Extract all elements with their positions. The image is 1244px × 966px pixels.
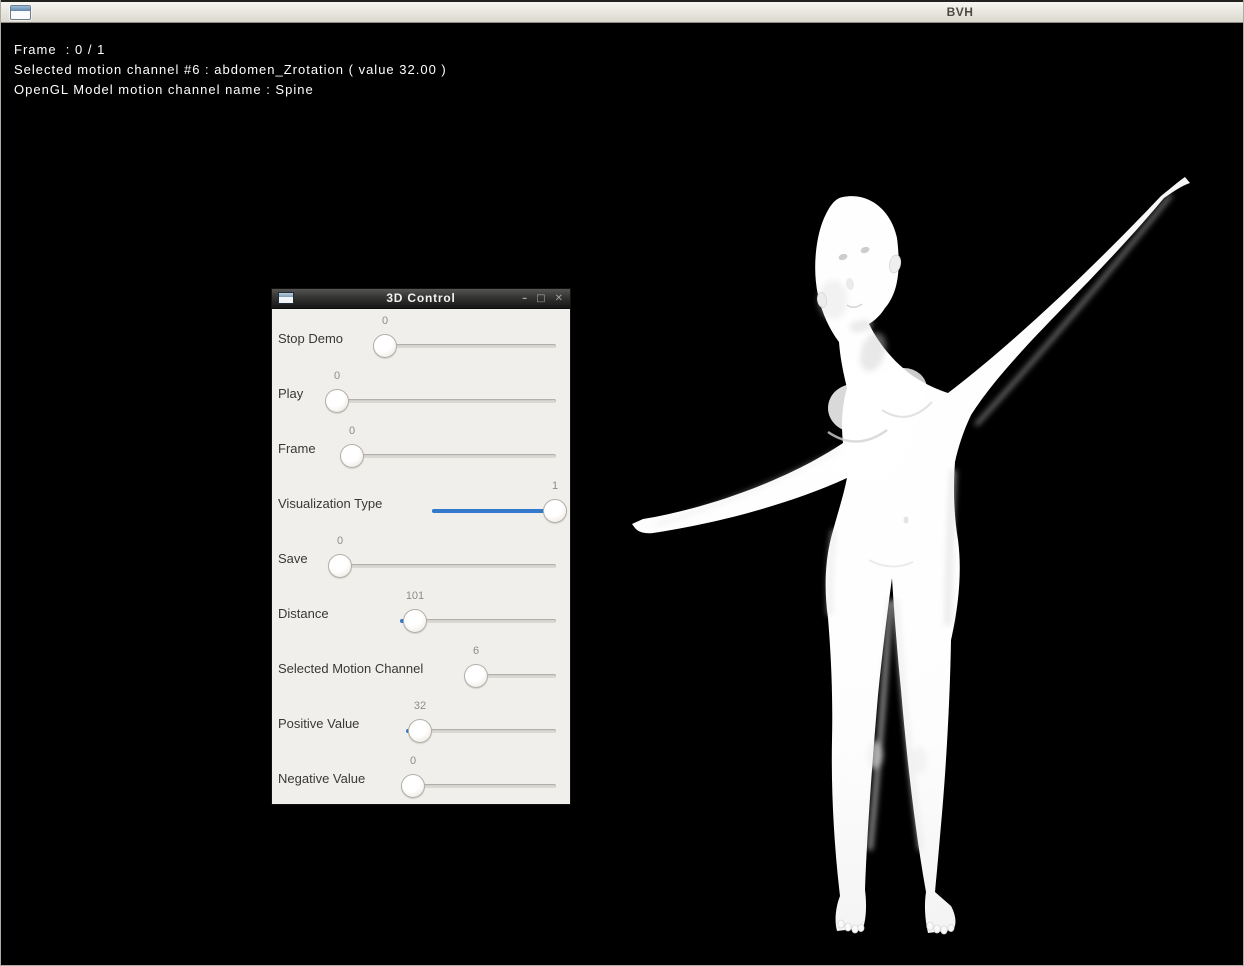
hud-channel-line: Selected motion channel #6 : abdomen_Zro… <box>14 62 447 77</box>
slider-handle[interactable] <box>403 609 427 633</box>
slider-label: Save <box>278 551 308 566</box>
slider-fill <box>432 509 555 513</box>
slider-label: Positive Value <box>278 716 360 731</box>
window-icon <box>10 5 31 20</box>
slider-track[interactable] <box>328 564 556 568</box>
slider-track[interactable] <box>340 454 556 458</box>
slider-value: 32 <box>413 700 427 712</box>
slider-label: Stop Demo <box>278 331 344 346</box>
slider-handle[interactable] <box>401 774 425 798</box>
slider-value: 6 <box>472 645 480 657</box>
slider-label: Visualization Type <box>278 496 383 511</box>
control-titlebar[interactable]: 3D Control – □ ✕ <box>272 289 570 309</box>
slider-value: 0 <box>333 370 341 382</box>
control-window: 3D Control – □ ✕ Stop Demo 0 Play 0 Fram… <box>271 288 571 805</box>
slider-label: Negative Value <box>278 771 366 786</box>
slider-handle[interactable] <box>373 334 397 358</box>
slider-label: Frame <box>278 441 316 456</box>
hud-frame-line: Frame : 0 / 1 <box>14 42 106 57</box>
slider-value: 1 <box>551 480 559 492</box>
slider-handle[interactable] <box>408 719 432 743</box>
control-window-buttons: – □ ✕ <box>522 289 563 308</box>
human-model-render <box>632 177 1190 935</box>
slider-handle[interactable] <box>543 499 567 523</box>
slider-label: Distance <box>278 606 329 621</box>
opengl-viewport[interactable] <box>1 23 1243 965</box>
slider-label: Play <box>278 386 304 401</box>
slider-handle[interactable] <box>340 444 364 468</box>
window-title: BVH <box>946 5 974 19</box>
hud-model-line: OpenGL Model motion channel name : Spine <box>14 82 314 97</box>
slider-value: 101 <box>405 590 425 602</box>
slider-value: 0 <box>409 755 417 767</box>
slider-value: 0 <box>348 425 356 437</box>
slider-handle[interactable] <box>328 554 352 578</box>
slider-value: 0 <box>381 315 389 327</box>
minimize-icon[interactable]: – <box>522 293 527 304</box>
main-titlebar[interactable]: BVH <box>1 0 1243 23</box>
slider-label: Selected Motion Channel <box>278 661 424 676</box>
maximize-icon[interactable]: □ <box>536 293 545 304</box>
application-window: BVH Frame: 0 / 1 Selected motion channe… <box>0 0 1244 966</box>
slider-handle[interactable] <box>325 389 349 413</box>
slider-value: 0 <box>336 535 344 547</box>
slider-handle[interactable] <box>464 664 488 688</box>
slider-track[interactable] <box>373 344 556 348</box>
close-icon[interactable]: ✕ <box>555 293 563 304</box>
hud-overlay: Frame : 0 / 1 Selected motion channel #6… <box>14 40 447 100</box>
slider-track[interactable] <box>325 399 556 403</box>
